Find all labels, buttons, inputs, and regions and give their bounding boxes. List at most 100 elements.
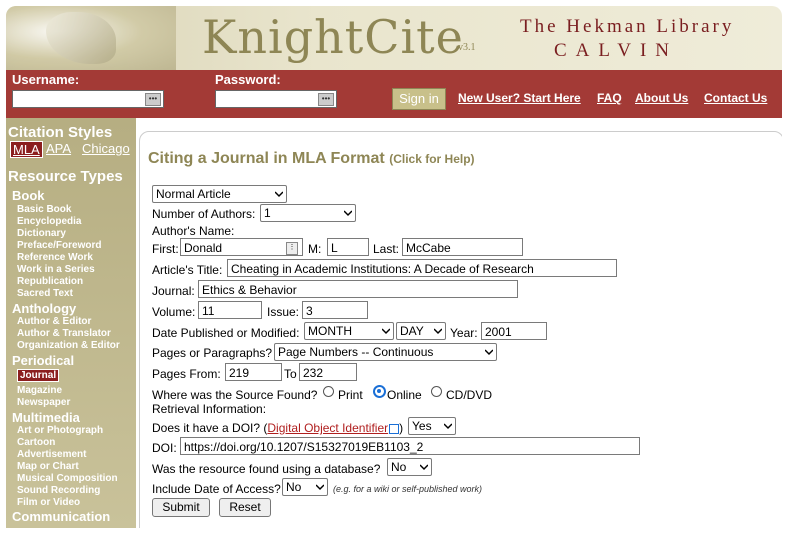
access-select[interactable]: No [282, 478, 328, 496]
access-note: (e.g. for a wiki or self-published work) [333, 484, 483, 494]
autofill-icon[interactable]: ⋮ [286, 242, 298, 255]
sidebar-item-reference-work[interactable]: Reference Work [17, 252, 93, 263]
last-name-input[interactable]: McCabe [402, 238, 523, 256]
help-link[interactable]: (Click for Help) [389, 152, 474, 166]
username-label: Username: [12, 72, 80, 87]
journal-input[interactable]: Ethics & Behavior [198, 280, 518, 298]
sidebar-item-author-editor[interactable]: Author & Editor [17, 316, 91, 327]
sidebar-item-dictionary[interactable]: Dictionary [17, 228, 66, 239]
category-anthology[interactable]: Anthology [12, 301, 76, 316]
login-bar: Username: ••• Password: ••• Sign in New … [6, 70, 782, 118]
citation-form-panel: Citing a Journal in MLA Format (Click fo… [139, 131, 782, 528]
chevron-down-icon [444, 423, 452, 430]
sidebar-item-magazine[interactable]: Magazine [17, 385, 62, 396]
retrieval-label: Retrieval Information: [152, 402, 267, 416]
source-cd-radio[interactable] [431, 386, 442, 397]
volume-input[interactable]: 11 [198, 301, 262, 319]
sidebar-item-sound-recording[interactable]: Sound Recording [17, 485, 100, 496]
style-mla[interactable]: MLA [10, 141, 43, 158]
citation-styles-heading: Citation Styles [8, 124, 113, 141]
reset-button[interactable]: Reset [219, 498, 271, 517]
sidebar-item-advertisement[interactable]: Advertisement [17, 449, 86, 460]
source-print-radio[interactable] [323, 386, 334, 397]
form-title-text[interactable]: Citing a Journal in MLA Format [148, 150, 385, 167]
article-title-input[interactable]: Cheating in Academic Institutions: A Dec… [227, 259, 617, 277]
external-link-icon [389, 423, 400, 434]
first-name-input[interactable]: Donald ⋮ [180, 238, 303, 256]
knight-illustration [46, 12, 116, 64]
issue-input[interactable]: 3 [302, 301, 368, 319]
article-type-select[interactable]: Normal Article [152, 185, 287, 203]
sidebar-item-sacred-text[interactable]: Sacred Text [17, 288, 73, 299]
sidebar-item-work-in-series[interactable]: Work in a Series [17, 264, 95, 275]
knightcite-page: KnightCite v3.1 The Hekman Library CALVI… [6, 6, 782, 528]
header-artwork [6, 6, 176, 70]
sidebar-item-basic-book[interactable]: Basic Book [17, 204, 71, 215]
sidebar-item-map-chart[interactable]: Map or Chart [17, 461, 79, 472]
sidebar-item-preface[interactable]: Preface/Foreword [17, 240, 101, 251]
sidebar-item-republication[interactable]: Republication [17, 276, 83, 287]
sidebar-item-organization-editor[interactable]: Organization & Editor [17, 340, 120, 351]
pages-to-input[interactable]: 232 [299, 363, 357, 381]
faq-link[interactable]: FAQ [597, 91, 622, 105]
database-label: Was the resource found using a database? [152, 462, 381, 476]
password-input[interactable]: ••• [215, 90, 337, 108]
num-authors-select[interactable]: 1 [260, 204, 356, 222]
category-communication[interactable]: Communication [12, 509, 110, 524]
sidebar-item-journal[interactable]: Journal [17, 369, 60, 382]
source-label: Where was the Source Found? [152, 388, 318, 402]
pages-to-label: To [284, 367, 297, 381]
month-select[interactable]: MONTH [304, 322, 394, 340]
source-online-radio[interactable] [373, 385, 386, 398]
chevron-down-icon [382, 328, 390, 335]
pages-from-input[interactable]: 219 [225, 363, 282, 381]
day-select[interactable]: DAY [396, 322, 446, 340]
issue-label: Issue: [267, 305, 300, 319]
middle-initial-label: M: [308, 242, 322, 256]
new-user-link[interactable]: New User? Start Here [458, 91, 581, 105]
category-multimedia[interactable]: Multimedia [12, 410, 80, 425]
day-value: DAY [400, 324, 424, 338]
chevron-down-icon [420, 464, 428, 471]
sidebar-item-film-video[interactable]: Film or Video [17, 497, 80, 508]
sidebar-item-author-translator[interactable]: Author & Translator [17, 328, 111, 339]
app-title[interactable]: KnightCite [202, 10, 464, 64]
source-online-label: Online [387, 388, 422, 402]
site-header: KnightCite v3.1 The Hekman Library CALVI… [6, 6, 782, 70]
article-title-label: Article's Title: [152, 263, 223, 277]
autofill-icon[interactable]: ••• [318, 93, 334, 106]
style-chicago[interactable]: Chicago [82, 141, 130, 156]
style-apa[interactable]: APA [46, 141, 71, 156]
doi-question-suffix: ) [399, 421, 404, 435]
category-book[interactable]: Book [12, 188, 45, 203]
library-name[interactable]: The Hekman Library [520, 16, 734, 38]
volume-label: Volume: [152, 305, 196, 319]
doi-select[interactable]: Yes [408, 417, 456, 435]
chevron-down-icon [316, 484, 324, 491]
pages-or-paragraphs-value: Page Numbers -- Continuous [278, 345, 434, 359]
password-label: Password: [215, 72, 281, 87]
about-link[interactable]: About Us [635, 91, 688, 105]
sidebar-item-cartoon[interactable]: Cartoon [17, 437, 55, 448]
doi-input[interactable]: https://doi.org/10.1207/S15327019EB1103_… [180, 437, 640, 455]
sidebar-item-art-photo[interactable]: Art or Photograph [17, 425, 103, 436]
pages-from-label: Pages From: [152, 367, 221, 381]
username-input[interactable]: ••• [12, 90, 164, 108]
submit-button[interactable]: Submit [152, 498, 210, 517]
sidebar-item-musical-composition[interactable]: Musical Composition [17, 473, 118, 484]
library-calvin[interactable]: CALVIN [554, 40, 678, 62]
first-name-value: Donald [184, 241, 223, 255]
contact-link[interactable]: Contact Us [704, 91, 767, 105]
middle-initial-input[interactable]: L [327, 238, 369, 256]
doi-help-link[interactable]: Digital Object Identifier [267, 421, 388, 435]
autofill-icon[interactable]: ••• [145, 93, 161, 106]
category-periodical[interactable]: Periodical [12, 353, 74, 368]
source-print-label: Print [338, 388, 363, 402]
signin-button[interactable]: Sign in [392, 88, 446, 110]
form-title[interactable]: Citing a Journal in MLA Format (Click fo… [148, 150, 475, 168]
database-select[interactable]: No [387, 458, 432, 476]
pages-or-paragraphs-select[interactable]: Page Numbers -- Continuous [274, 343, 497, 361]
sidebar-item-newspaper[interactable]: Newspaper [17, 397, 70, 408]
sidebar-item-encyclopedia[interactable]: Encyclopedia [17, 216, 81, 227]
year-input[interactable]: 2001 [481, 322, 547, 340]
